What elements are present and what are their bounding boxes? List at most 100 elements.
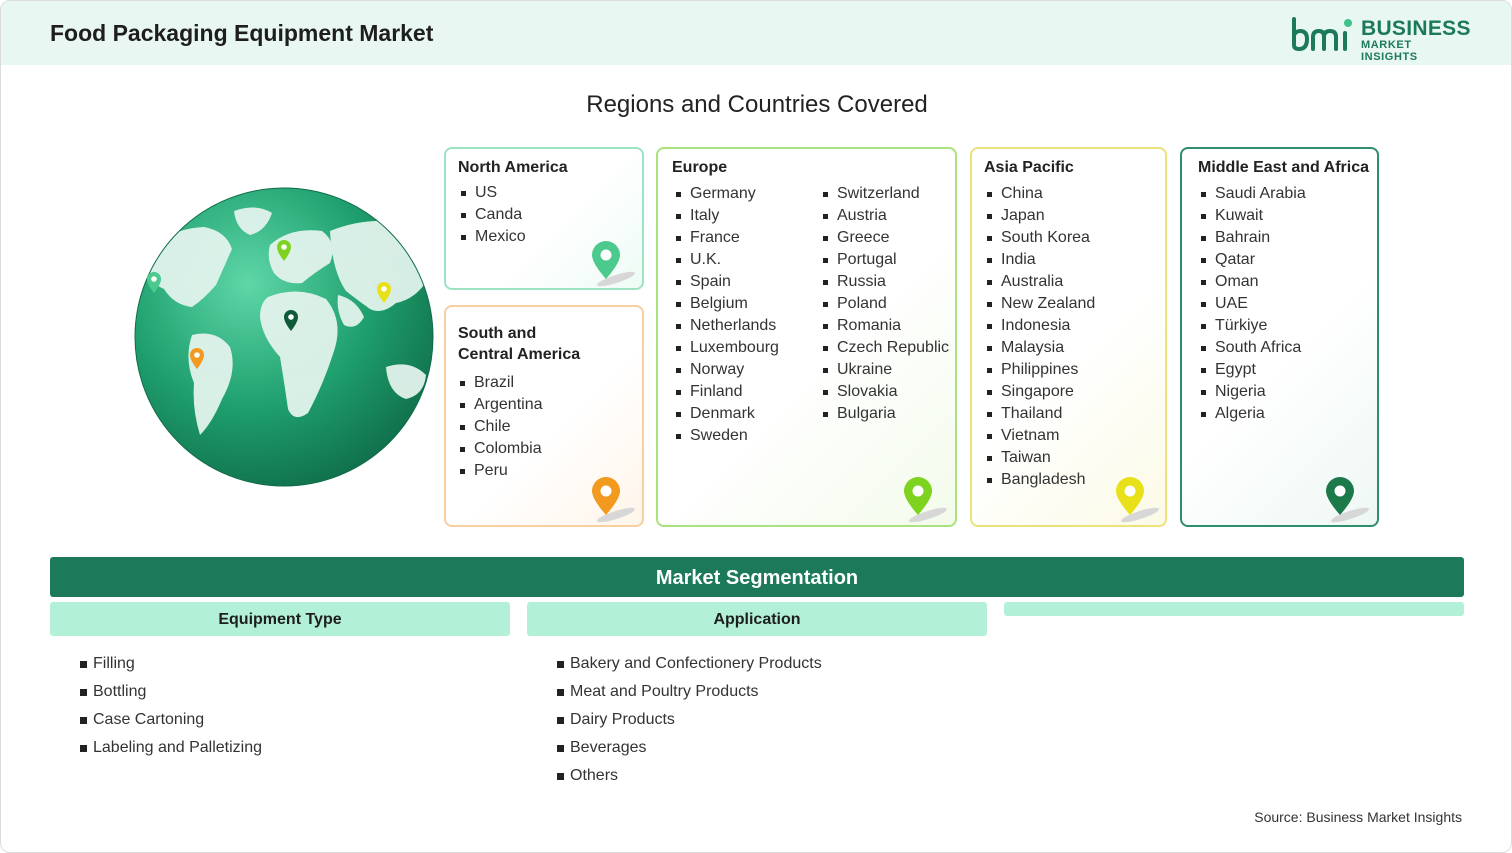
segment-item: Dairy Products [557,706,822,734]
country-item: Germany [674,183,779,205]
map-pin-icon [592,241,636,287]
map-pin-icon [1326,477,1370,523]
country-item: Indonesia [985,315,1095,337]
country-item: Portugal [821,249,949,271]
map-pin-icon [1116,477,1160,523]
segment-header-empty [1004,602,1464,616]
country-item: U.K. [674,249,779,271]
country-item: Brazil [458,372,543,394]
country-item: Egypt [1199,359,1306,381]
country-item: Australia [985,271,1095,293]
brand-logo: BUSINESS MARKET INSIGHTS [1291,15,1471,63]
region-card-europe: Europe Germany Italy France U.K. Spain B… [656,147,957,527]
segment-item: Labeling and Palletizing [80,734,262,762]
page-title: Food Packaging Equipment Market [50,20,434,46]
equipment-type-list: Filling Bottling Case Cartoning Labeling… [80,650,262,762]
country-item: Italy [674,205,779,227]
country-item: Saudi Arabia [1199,183,1306,205]
region-card-asia-pacific: Asia Pacific China Japan South Korea Ind… [970,147,1167,527]
country-item: France [674,227,779,249]
region-title: Asia Pacific [984,159,1074,176]
country-item: Taiwan [985,447,1095,469]
source-note: Source: Business Market Insights [1254,809,1462,825]
header: Food Packaging Equipment Market BUSINESS… [1,1,1511,65]
country-item: Peru [458,460,543,482]
country-item: New Zealand [985,293,1095,315]
region-card-middle-east-africa: Middle East and Africa Saudi Arabia Kuwa… [1180,147,1379,527]
country-list: Switzerland Austria Greece Portugal Russ… [821,183,949,425]
map-pin-icon [904,477,948,523]
region-card-south-central-america: South and Central America Brazil Argenti… [444,305,644,527]
segment-item: Bakery and Confectionery Products [557,650,822,678]
country-item: Netherlands [674,315,779,337]
country-item: Sweden [674,425,779,447]
region-card-north-america: North America US Canda Mexico [444,147,644,290]
country-item: South Korea [985,227,1095,249]
country-item: Singapore [985,381,1095,403]
logo-word-business: BUSINESS [1361,17,1471,40]
application-list: Bakery and Confectionery Products Meat a… [557,650,822,790]
region-title-line: South and [458,325,537,342]
region-title: Middle East and Africa [1198,159,1369,176]
country-item: Bangladesh [985,469,1095,491]
segment-header-label: Equipment Type [218,611,342,628]
country-item: UAE [1199,293,1306,315]
country-item: Poland [821,293,949,315]
globe-icon [134,187,434,487]
country-item: Romania [821,315,949,337]
region-title: North America [458,159,568,176]
country-item: Switzerland [821,183,949,205]
country-item: Kuwait [1199,205,1306,227]
country-item: India [985,249,1095,271]
country-item: US [459,182,526,204]
segment-item: Others [557,762,822,790]
regions-title: Regions and Countries Covered [586,91,928,118]
country-item: Greece [821,227,949,249]
segment-item: Case Cartoning [80,706,262,734]
segment-header-label: Application [713,611,801,628]
country-item: Luxembourg [674,337,779,359]
segmentation-title: Market Segmentation [655,567,859,589]
country-item: Argentina [458,394,543,416]
country-item: Thailand [985,403,1095,425]
map-pin-icon [592,477,636,523]
segmentation-banner: Market Segmentation [50,557,1464,597]
country-item: Spain [674,271,779,293]
country-item: Austria [821,205,949,227]
segment-header-equipment-type: Equipment Type [50,602,510,636]
country-list: Brazil Argentina Chile Colombia Peru [458,372,543,482]
region-title: South and Central America [458,323,580,365]
country-item: Canda [459,204,526,226]
country-item: Algeria [1199,403,1306,425]
country-item: Mexico [459,226,526,248]
country-item: Denmark [674,403,779,425]
segment-header-application: Application [527,602,987,636]
country-item: Bahrain [1199,227,1306,249]
country-item: Japan [985,205,1095,227]
country-item: Nigeria [1199,381,1306,403]
country-item: Malaysia [985,337,1095,359]
country-item: Belgium [674,293,779,315]
country-item: Vietnam [985,425,1095,447]
page-frame: Food Packaging Equipment Market BUSINESS… [0,0,1512,853]
country-item: Norway [674,359,779,381]
country-item: Türkiye [1199,315,1306,337]
country-item: Finland [674,381,779,403]
country-list: Germany Italy France U.K. Spain Belgium … [674,183,779,447]
country-item: China [985,183,1095,205]
country-item: Oman [1199,271,1306,293]
segment-item: Filling [80,650,262,678]
bmi-logo-icon [1292,17,1352,52]
country-item: Qatar [1199,249,1306,271]
logo-word-market-insights: MARKET INSIGHTS [1361,39,1418,63]
country-item: Colombia [458,438,543,460]
country-item: Chile [458,416,543,438]
country-list: Saudi Arabia Kuwait Bahrain Qatar Oman U… [1199,183,1306,425]
country-item: Philippines [985,359,1095,381]
country-list: US Canda Mexico [459,182,526,248]
country-item: Russia [821,271,949,293]
region-title: Europe [672,159,728,176]
segment-item: Meat and Poultry Products [557,678,822,706]
country-item: Slovakia [821,381,949,403]
country-list: China Japan South Korea India Australia … [985,183,1095,491]
